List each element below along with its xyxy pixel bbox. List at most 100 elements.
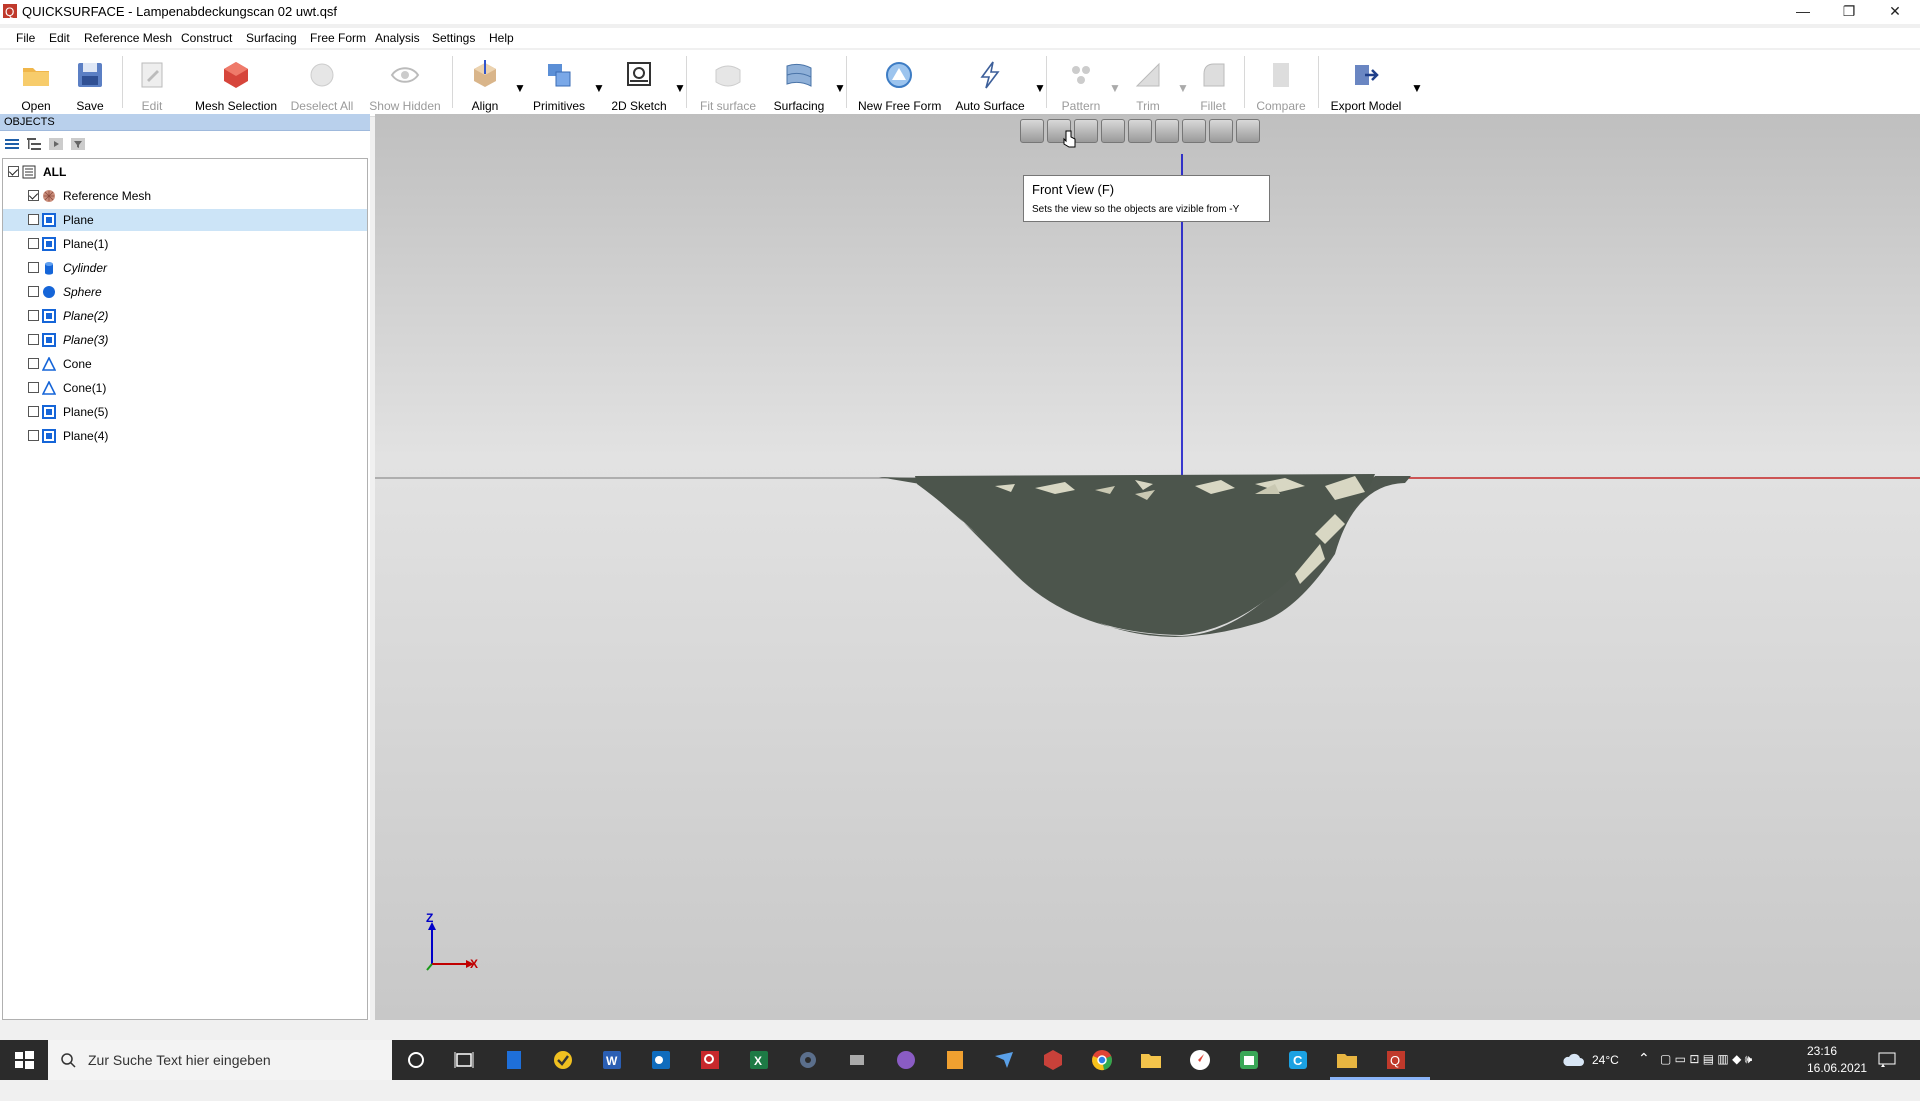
app-blue-icon[interactable]: [502, 1048, 526, 1072]
menu-free-form[interactable]: Free Form: [310, 31, 366, 45]
object-checkbox[interactable]: [28, 334, 39, 345]
new-free-form-button[interactable]: New Free Form: [858, 56, 941, 114]
auto-surface-button[interactable]: Auto Surface: [954, 56, 1026, 114]
primitives-button[interactable]: Primitives: [532, 56, 586, 114]
edit-button[interactable]: Edit: [132, 56, 172, 114]
3d-viewport[interactable]: Z X Front View (F) Sets the view so the …: [375, 114, 1920, 1020]
fillet-button[interactable]: Fillet: [1194, 56, 1232, 114]
taskbar-search[interactable]: Zur Suche Text hier eingeben: [48, 1040, 392, 1080]
trim-button[interactable]: Trim: [1130, 56, 1166, 114]
primitives-dropdown-icon[interactable]: ▼: [593, 81, 605, 95]
object-checkbox[interactable]: [28, 238, 39, 249]
orient-view-icon[interactable]: [1236, 119, 1260, 143]
chrome-icon[interactable]: [1090, 1048, 1114, 1072]
cortana-icon[interactable]: [404, 1048, 428, 1072]
align-dropdown-icon[interactable]: ▼: [514, 81, 526, 95]
object-checkbox[interactable]: [28, 262, 39, 273]
object-checkbox[interactable]: [28, 310, 39, 321]
sphere-app-icon[interactable]: [894, 1048, 918, 1072]
show-hidden-button[interactable]: Show Hidden: [367, 56, 443, 114]
open-button[interactable]: Open: [12, 56, 60, 114]
tree-row-plane-2[interactable]: Plane(2): [3, 305, 367, 327]
tree-row-reference-mesh[interactable]: Reference Mesh: [3, 185, 367, 207]
tree-row-all[interactable]: ALL: [3, 161, 367, 183]
clock-date[interactable]: 16.06.2021: [1807, 1061, 1867, 1101]
menu-analysis[interactable]: Analysis: [375, 31, 420, 45]
tree-row-plane[interactable]: Plane: [3, 209, 367, 231]
object-checkbox[interactable]: [28, 430, 39, 441]
tree-row-cylinder[interactable]: Cylinder: [3, 257, 367, 279]
back-view-icon[interactable]: [1074, 119, 1098, 143]
pattern-dropdown-icon[interactable]: ▼: [1109, 81, 1121, 95]
kite-app-icon[interactable]: [992, 1048, 1016, 1072]
notification-icon[interactable]: [1878, 1052, 1896, 1068]
zoom-fit-icon[interactable]: [1020, 119, 1044, 143]
filter-icon[interactable]: [70, 136, 86, 152]
minimize-button[interactable]: —: [1780, 0, 1826, 24]
weather-temperature[interactable]: 24°C: [1592, 1053, 1619, 1093]
folder-app-icon[interactable]: [1335, 1048, 1359, 1072]
object-checkbox[interactable]: [28, 382, 39, 393]
export-dropdown-icon[interactable]: ▼: [1411, 81, 1423, 95]
object-checkbox[interactable]: [28, 406, 39, 417]
tree-row-plane-4[interactable]: Plane(4): [3, 425, 367, 447]
excel-icon[interactable]: X: [747, 1048, 771, 1072]
checkmark-app-icon[interactable]: [551, 1048, 575, 1072]
mesh-selection-button[interactable]: Mesh Selection: [194, 56, 278, 114]
android-app-icon[interactable]: [1237, 1048, 1261, 1072]
deselect-all-button[interactable]: Deselect All: [288, 56, 356, 114]
tree-row-plane-5[interactable]: Plane(5): [3, 401, 367, 423]
menu-surfacing[interactable]: Surfacing: [246, 31, 297, 45]
file-explorer-icon[interactable]: [1139, 1048, 1163, 1072]
surfacing-button[interactable]: Surfacing: [771, 56, 827, 114]
right-view-icon[interactable]: [1128, 119, 1152, 143]
menu-help[interactable]: Help: [489, 31, 514, 45]
restore-button[interactable]: ❐: [1826, 0, 1872, 24]
tree-row-plane-1[interactable]: Plane(1): [3, 233, 367, 255]
chevron-up-icon[interactable]: ⌃: [1638, 1050, 1650, 1090]
c-app-icon[interactable]: C: [1286, 1048, 1310, 1072]
menu-edit[interactable]: Edit: [49, 31, 70, 45]
reference-mesh-shape[interactable]: [879, 474, 1411, 637]
windows-start-icon[interactable]: [12, 1048, 36, 1072]
2d-sketch-button[interactable]: 2D Sketch: [610, 56, 668, 114]
tree-view-icon[interactable]: [26, 136, 42, 152]
object-checkbox[interactable]: [28, 358, 39, 369]
left-view-icon[interactable]: [1101, 119, 1125, 143]
isometric-view-icon[interactable]: [1209, 119, 1233, 143]
menu-reference-mesh[interactable]: Reference Mesh: [84, 31, 172, 45]
object-checkbox[interactable]: [28, 190, 39, 201]
tools-app-icon[interactable]: [845, 1048, 869, 1072]
pattern-button[interactable]: Pattern: [1058, 56, 1104, 114]
inkscape-app-icon[interactable]: [943, 1048, 967, 1072]
tree-row-plane-3[interactable]: Plane(3): [3, 329, 367, 351]
menu-file[interactable]: File: [16, 31, 35, 45]
list-view-icon[interactable]: [4, 136, 20, 152]
align-button[interactable]: Align: [462, 56, 508, 114]
fit-surface-button[interactable]: Fit surface: [697, 56, 759, 114]
close-button[interactable]: ✕: [1872, 0, 1918, 24]
auto-surface-dropdown-icon[interactable]: ▼: [1034, 81, 1046, 95]
surfacing-dropdown-icon[interactable]: ▼: [834, 81, 846, 95]
menu-construct[interactable]: Construct: [181, 31, 232, 45]
tree-row-cone-1[interactable]: Cone(1): [3, 377, 367, 399]
compare-button[interactable]: Compare: [1254, 56, 1308, 114]
search-app-icon[interactable]: [698, 1048, 722, 1072]
compass-app-icon[interactable]: [1188, 1048, 1212, 1072]
3d-app-icon[interactable]: [1041, 1048, 1065, 1072]
outlook-icon[interactable]: [649, 1048, 673, 1072]
save-button[interactable]: Save: [68, 56, 112, 114]
object-checkbox[interactable]: [28, 286, 39, 297]
trim-dropdown-icon[interactable]: ▼: [1177, 81, 1189, 95]
expand-icon[interactable]: [48, 136, 64, 152]
top-view-icon[interactable]: [1155, 119, 1179, 143]
gear-app-icon[interactable]: [796, 1048, 820, 1072]
tree-row-cone[interactable]: Cone: [3, 353, 367, 375]
word-icon[interactable]: W: [600, 1048, 624, 1072]
tray-icons[interactable]: ▢ ▭ ⊡ ▤ ▥ ◆ 🕪: [1660, 1052, 1752, 1092]
all-checkbox[interactable]: [8, 166, 19, 177]
quicksurface-taskbar-icon[interactable]: Q: [1384, 1048, 1408, 1072]
object-checkbox[interactable]: [28, 214, 39, 225]
sketch-dropdown-icon[interactable]: ▼: [674, 81, 686, 95]
bottom-view-icon[interactable]: [1182, 119, 1206, 143]
